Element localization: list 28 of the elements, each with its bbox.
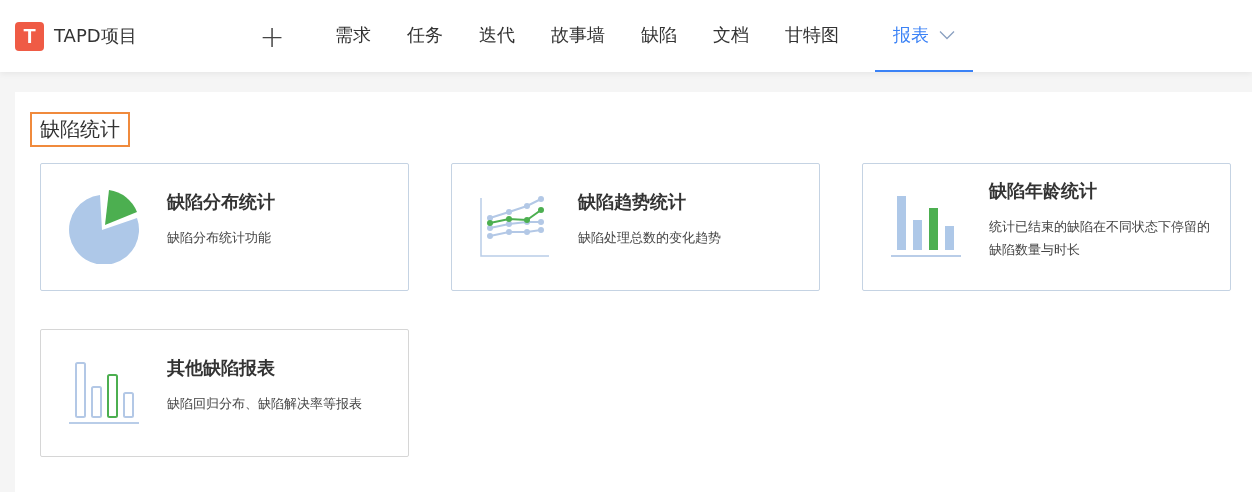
- report-card[interactable]: 其他缺陷报表 缺陷回归分布、缺陷解决率等报表: [40, 329, 409, 457]
- card-description: 统计已结束的缺陷在不同状态下停留的缺陷数量与时长: [989, 217, 1211, 259]
- card-title: 其他缺陷报表: [167, 356, 276, 381]
- nav-tab[interactable]: 甘特图: [767, 0, 857, 72]
- report-card[interactable]: 缺陷分布统计 缺陷分布统计功能: [40, 163, 409, 291]
- bar-chart-icon: [891, 196, 961, 258]
- card-title: 缺陷分布统计: [167, 190, 276, 215]
- nav-tab[interactable]: 报表: [875, 0, 973, 72]
- nav-tab[interactable]: 需求: [317, 0, 389, 72]
- report-card[interactable]: 缺陷年龄统计 统计已结束的缺陷在不同状态下停留的缺陷数量与时长: [862, 163, 1231, 291]
- nav-tab[interactable]: 文档: [695, 0, 767, 72]
- nav-tab[interactable]: 迭代: [461, 0, 533, 72]
- nav-tab[interactable]: 故事墙: [533, 0, 623, 72]
- nav-tab[interactable]: 缺陷: [623, 0, 695, 72]
- logo-icon: T: [15, 21, 44, 51]
- bar-chart-icon: [69, 361, 139, 425]
- card-title: 缺陷趋势统计: [578, 190, 687, 215]
- card-title: 缺陷年龄统计: [989, 178, 1098, 203]
- card-description: 缺陷处理总数的变化趋势: [578, 229, 722, 248]
- line-chart-icon: [479, 196, 551, 258]
- card-description: 缺陷分布统计功能: [167, 229, 272, 248]
- section-title: 缺陷统计: [30, 112, 130, 147]
- project-name: TAPD项目: [54, 24, 137, 48]
- nav-tab[interactable]: 任务: [389, 0, 461, 72]
- card-description: 缺陷回归分布、缺陷解决率等报表: [167, 395, 363, 414]
- pie-chart-icon: [67, 190, 141, 264]
- add-button[interactable]: +: [257, 18, 287, 54]
- report-card[interactable]: 缺陷趋势统计 缺陷处理总数的变化趋势: [451, 163, 820, 291]
